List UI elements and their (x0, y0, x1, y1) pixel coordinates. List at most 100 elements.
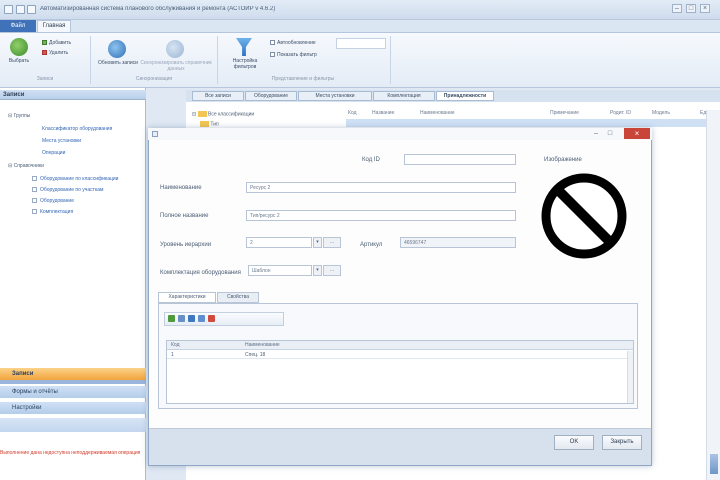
column-header[interactable]: Код (348, 110, 357, 118)
grid-scrollbar[interactable] (627, 351, 633, 403)
tree-item-equip-by-class[interactable]: Оборудование по классификации (32, 176, 118, 182)
tree-node-dictionaries-label: Справочники (13, 163, 44, 169)
minimize-button[interactable]: – (672, 4, 682, 13)
fullname-field[interactable]: Тип/ресурс 2 (246, 210, 516, 221)
maximize-button[interactable]: □ (686, 4, 696, 13)
tree-item-kit[interactable]: Комплектация (32, 209, 73, 215)
article-label: Артикул (360, 242, 383, 248)
level-picker-button[interactable]: … (323, 237, 341, 248)
show-filter-checkbox[interactable]: Показать фильтр (270, 52, 317, 58)
delete-row-icon[interactable] (208, 315, 215, 322)
show-filter-label: Показать фильтр (277, 52, 317, 58)
tab-equipment[interactable]: Оборудование (245, 91, 297, 101)
column-header[interactable]: Название (372, 110, 394, 118)
grid-col-name[interactable]: Наименование (245, 342, 280, 348)
tree-item-label: Оборудование по классификации (40, 176, 119, 182)
copy-row-icon[interactable] (188, 315, 195, 322)
ribbon-tab-strip (0, 20, 720, 32)
grid-cell-name: Спец. 18 (245, 352, 266, 358)
delete-record-label: Удалить (49, 50, 69, 56)
navigation-pane-header: Записи (0, 90, 146, 100)
main-tree-item[interactable]: Тип (200, 121, 219, 127)
select-button[interactable]: Выбрать (4, 58, 34, 64)
nav-forms-reports[interactable]: Формы и отчёты (0, 386, 146, 398)
level-dropdown-button[interactable]: ▾ (313, 237, 322, 248)
close-window-button[interactable]: × (700, 4, 710, 13)
ribbon-separator (390, 36, 391, 84)
nav-settings[interactable]: Настройки (0, 402, 146, 414)
refresh-records-button[interactable]: Обновить записи (96, 60, 140, 66)
tree-item-equipment[interactable]: Оборудование (32, 198, 74, 204)
sync-dictionary-button[interactable]: Синхронизировать справочник данных (140, 60, 212, 72)
filter-settings-button[interactable]: Настройка фильтров (222, 58, 268, 70)
no-image-icon (541, 173, 627, 259)
id-field[interactable] (404, 154, 516, 165)
tree-node-dictionaries[interactable]: ⊟ Справочники (8, 163, 44, 169)
dialog-maximize-button[interactable]: □ (606, 130, 614, 138)
grid-col-code[interactable]: Код (171, 342, 180, 348)
dialog-app-icon (152, 131, 158, 137)
name-field[interactable]: Ресурс 2 (246, 182, 516, 193)
nav-records[interactable]: Записи (0, 368, 146, 380)
tree-item-locations[interactable]: Места установки (42, 138, 81, 144)
tab-properties[interactable]: Свойства (217, 292, 259, 303)
status-message: Выполнение дана недоступна неподдерживае… (0, 450, 141, 456)
quick-undo-icon[interactable] (27, 5, 36, 14)
tree-node-groups[interactable]: ⊟ Группы (8, 113, 30, 119)
grid-cell-code: 1 (171, 352, 174, 358)
add-row-icon[interactable] (168, 315, 175, 322)
article-field[interactable]: 46596747 (400, 237, 516, 248)
close-button[interactable]: Закрыть (602, 435, 642, 450)
tree-item-label: Оборудование (40, 198, 75, 204)
tree-node-groups-label: Группы (13, 113, 31, 119)
quick-save-icon[interactable] (16, 5, 25, 14)
vertical-scrollbar[interactable] (706, 110, 720, 480)
group-label-view: Представление и фильтры (271, 76, 335, 82)
main-tree-item-label: Тип (210, 121, 219, 128)
edit-row-icon[interactable] (178, 315, 185, 322)
tab-kit[interactable]: Комплектация (373, 91, 435, 101)
tree-item-label: Комплектация (40, 209, 74, 215)
name-label: Наименование (160, 185, 202, 191)
id-label: Код ID (362, 157, 380, 163)
group-label-sync: Синхронизация (135, 76, 173, 82)
kit-dropdown-button[interactable]: ▾ (313, 265, 322, 276)
tree-item-operations[interactable]: Операции (42, 150, 65, 156)
column-header[interactable]: Модель (652, 110, 670, 118)
selected-grid-row[interactable] (346, 119, 720, 127)
tab-all-records[interactable]: Все записи (192, 91, 244, 101)
column-header[interactable]: Примечание (550, 110, 579, 118)
kit-field[interactable]: Шаблон (248, 265, 312, 276)
main-tree-root-label: Все классификации (207, 111, 255, 118)
tree-item-classifier[interactable]: Классификатор оборудования (42, 126, 112, 132)
group-label-records: Записи (36, 76, 54, 82)
kit-picker-button[interactable]: … (323, 265, 341, 276)
tree-item-equip-by-site[interactable]: Оборудование по участкам (32, 187, 103, 193)
save-row-icon[interactable] (198, 315, 205, 322)
delete-record-button[interactable]: Удалить (42, 50, 68, 56)
tab-file[interactable]: Файл (0, 20, 36, 32)
ribbon-separator (90, 36, 91, 84)
ok-button[interactable]: OK (554, 435, 594, 450)
main-tree-root[interactable]: ⊟ Все классификации (192, 111, 254, 117)
select-icon (10, 38, 28, 56)
column-header[interactable]: Родит. ID (610, 110, 631, 118)
dialog-close-button[interactable]: × (624, 128, 650, 139)
sync-icon (166, 40, 184, 58)
tab-characteristics[interactable]: Характеристики (158, 292, 216, 303)
fullname-label: Полное название (160, 213, 209, 219)
dialog-minimize-button[interactable]: – (592, 130, 600, 138)
image-label: Изображение (544, 157, 582, 163)
corner-logo (710, 454, 718, 474)
tab-accessories[interactable]: Принадлежности (436, 91, 494, 101)
tree-item-label: Оборудование по участкам (40, 187, 104, 193)
autorefresh-checkbox[interactable]: Автообновление (270, 40, 316, 46)
nav-separator (0, 380, 146, 384)
tab-locations[interactable]: Места установки (298, 91, 372, 101)
add-record-button[interactable]: Добавить (42, 40, 71, 46)
autorefresh-label: Автообновление (277, 40, 316, 46)
table-row[interactable]: 1 Спец. 18 (167, 351, 633, 359)
level-field[interactable]: 2 (246, 237, 312, 248)
column-header[interactable]: Наименование (420, 110, 455, 118)
ribbon-combo[interactable] (336, 38, 386, 49)
